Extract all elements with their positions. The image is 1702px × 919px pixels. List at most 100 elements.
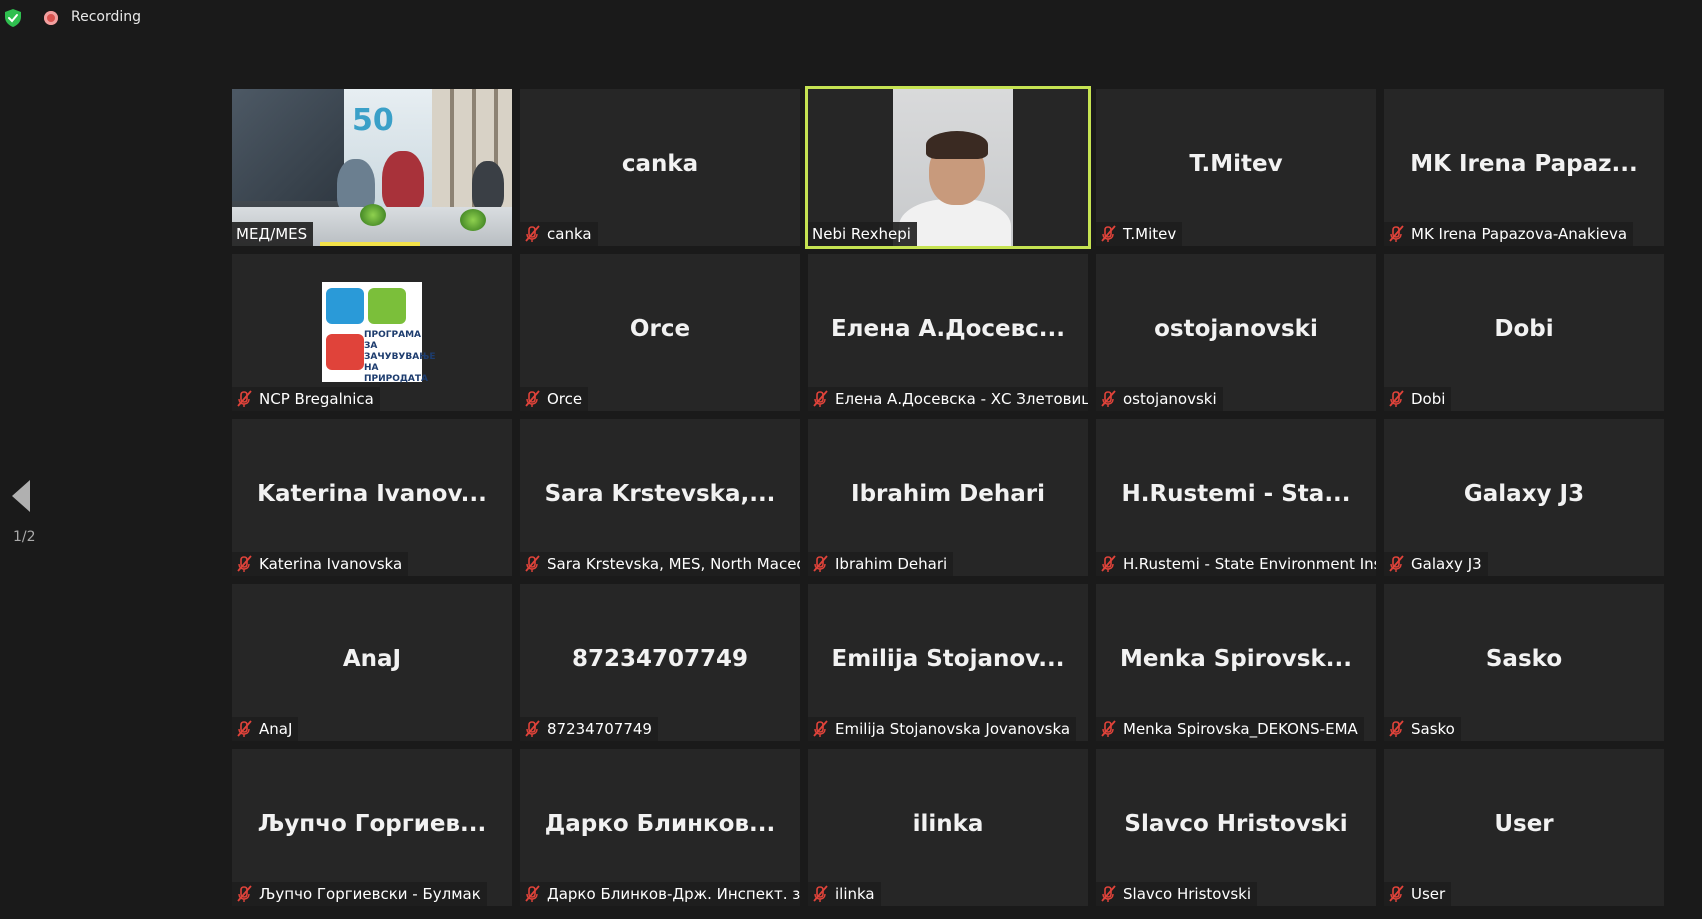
muted-mic-icon	[237, 390, 252, 407]
muted-mic-icon	[525, 390, 540, 407]
participant-name-label: H.Rustemi - State Environment Ins...	[1096, 552, 1376, 576]
muted-mic-icon	[237, 555, 252, 572]
participant-tile[interactable]: Љупчо Горгиев... Љупчо Горгиевски - Булма…	[232, 749, 512, 906]
participant-display-name: Galaxy J3	[1463, 481, 1585, 507]
participant-name-text: T.Mitev	[1123, 225, 1177, 243]
participant-tile[interactable]: Orce Orce	[520, 254, 800, 411]
participant-display-name: Menka Spirovsk...	[1120, 646, 1352, 672]
participant-tile[interactable]: User User	[1384, 749, 1664, 906]
participant-name-label: Љупчо Горгиевски - Булмак	[232, 882, 487, 906]
banner-logo-icon: 50	[352, 103, 394, 138]
participant-display-name: User	[1494, 811, 1554, 837]
participant-name-label: Дарко Блинков-Држ. Инспект. за...	[520, 882, 800, 906]
muted-mic-icon	[525, 225, 540, 242]
participant-name-label: Sara Krstevska, MES, North Maced...	[520, 552, 800, 576]
participant-tile[interactable]: Emilija Stojanov... Emilija Stojanovska J…	[808, 584, 1088, 741]
muted-mic-icon	[1101, 390, 1116, 407]
participant-display-name: Дарко Блинков...	[544, 811, 776, 837]
participant-name-label: Menka Spirovska_DEKONS-EMA	[1096, 717, 1364, 741]
participant-display-name: H.Rustemi - Sta...	[1121, 481, 1351, 507]
muted-mic-icon	[1389, 390, 1404, 407]
participant-tile[interactable]: Katerina Ivanov... Katerina Ivanovska	[232, 419, 512, 576]
participant-name-text: Slavco Hristovski	[1123, 885, 1251, 903]
participant-display-name: Љупчо Горгиев...	[257, 811, 487, 837]
participant-tile[interactable]: Дарко Блинков... Дарко Блинков-Држ. Инспе…	[520, 749, 800, 906]
muted-mic-icon	[1101, 720, 1116, 737]
muted-mic-icon	[1101, 555, 1116, 572]
muted-mic-icon	[1389, 555, 1404, 572]
muted-mic-icon	[1389, 720, 1404, 737]
participant-tile[interactable]: ostojanovski ostojanovski	[1096, 254, 1376, 411]
participant-name-label: ilinka	[808, 882, 881, 906]
shield-check-icon[interactable]	[5, 9, 21, 27]
participant-name-label: Елена А.Досевска - ХС Злетовица	[808, 387, 1088, 411]
participant-display-name: MK Irena Papaz...	[1410, 151, 1638, 177]
muted-mic-icon	[525, 555, 540, 572]
participant-tile[interactable]: Menka Spirovsk... Menka Spirovska_DEKONS-…	[1096, 584, 1376, 741]
participant-name-label: 87234707749	[520, 717, 658, 741]
logo-text: ПРОГРАМА ЗА ЗАЧУВУВАЊЕ НА ПРИРОДАТА	[364, 330, 436, 384]
participant-name-label: Orce	[520, 387, 589, 411]
participant-tile[interactable]: 50 МЕД/MES	[232, 89, 512, 246]
participant-name-label: Ibrahim Dehari	[808, 552, 954, 576]
participant-tile[interactable]: 87234707749 87234707749	[520, 584, 800, 741]
participant-tile[interactable]: Slavco Hristovski Slavco Hristovski	[1096, 749, 1376, 906]
muted-mic-icon	[525, 885, 540, 902]
participant-tile[interactable]: Елена А.Досевс... Елена А.Досевска - ХС З…	[808, 254, 1088, 411]
recording-icon[interactable]	[44, 11, 58, 25]
participant-name-label: MK Irena Papazova-Anakieva	[1384, 222, 1634, 246]
meeting-window: Recording 1/2 50 МЕД/MES canka canka Nebi Re…	[0, 0, 1702, 919]
participant-name-label: Emilija Stojanovska Jovanovska	[808, 717, 1077, 741]
participant-tile[interactable]: Sara Krstevska,... Sara Krstevska, MES, N…	[520, 419, 800, 576]
muted-mic-icon	[1389, 885, 1404, 902]
participant-name-text: Елена А.Досевска - ХС Злетовица	[835, 390, 1088, 408]
participant-name-label: МЕД/MES	[232, 222, 314, 246]
participant-display-name: Emilija Stojanov...	[831, 646, 1065, 672]
participant-name-label: ostojanovski	[1096, 387, 1223, 411]
participant-tile[interactable]: H.Rustemi - Sta... H.Rustemi - State Envi…	[1096, 419, 1376, 576]
participant-name-text: Sara Krstevska, MES, North Maced...	[547, 555, 800, 573]
participant-tile[interactable]: canka canka	[520, 89, 800, 246]
participant-name-text: Katerina Ivanovska	[259, 555, 403, 573]
participant-name-text: 87234707749	[547, 720, 652, 738]
muted-mic-icon	[1101, 885, 1116, 902]
participant-name-text: Nebi Rexhepi	[812, 225, 911, 243]
muted-mic-icon	[1389, 225, 1404, 242]
muted-mic-icon	[1101, 225, 1116, 242]
participant-tile[interactable]: Sasko Sasko	[1384, 584, 1664, 741]
participant-name-label: T.Mitev	[1096, 222, 1183, 246]
participant-name-text: ilinka	[835, 885, 875, 903]
participant-display-name: T.Mitev	[1189, 151, 1283, 177]
program-logo-icon: ПРОГРАМА ЗА ЗАЧУВУВАЊЕ НА ПРИРОДАТА	[322, 282, 436, 384]
participant-tile[interactable]: T.Mitev T.Mitev	[1096, 89, 1376, 246]
participant-name-text: Љупчо Горгиевски - Булмак	[259, 885, 481, 903]
participant-name-text: NCP Bregalnica	[259, 390, 374, 408]
participant-name-label: AnaJ	[232, 717, 299, 741]
previous-page-arrow-icon[interactable]	[10, 478, 32, 514]
participant-name-label: Dobi	[1384, 387, 1452, 411]
participant-name-text: Дарко Блинков-Држ. Инспект. за...	[547, 885, 800, 903]
participant-name-text: Sasko	[1411, 720, 1455, 738]
participant-tile[interactable]: Dobi Dobi	[1384, 254, 1664, 411]
recording-label: Recording	[71, 9, 142, 25]
participant-name-text: Dobi	[1411, 390, 1446, 408]
participant-name-text: Menka Spirovska_DEKONS-EMA	[1123, 720, 1358, 738]
participant-tile[interactable]: MK Irena Papaz... MK Irena Papazova-Anaki…	[1384, 89, 1664, 246]
participant-tile[interactable]: Galaxy J3 Galaxy J3	[1384, 419, 1664, 576]
participant-display-name: 87234707749	[571, 646, 749, 672]
participant-display-name: Елена А.Досевс...	[830, 316, 1066, 342]
muted-mic-icon	[237, 720, 252, 737]
participant-name-text: H.Rustemi - State Environment Ins...	[1123, 555, 1376, 573]
participant-name-text: MK Irena Papazova-Anakieva	[1411, 225, 1628, 243]
muted-mic-icon	[237, 885, 252, 902]
participant-tile[interactable]: ПРОГРАМА ЗА ЗАЧУВУВАЊЕ НА ПРИРОДАТА NCP B…	[232, 254, 512, 411]
muted-mic-icon	[813, 720, 828, 737]
participant-tile[interactable]: AnaJ AnaJ	[232, 584, 512, 741]
participant-name-text: Ibrahim Dehari	[835, 555, 948, 573]
participant-display-name: Sasko	[1485, 646, 1563, 672]
participant-tile[interactable]: ilinka ilinka	[808, 749, 1088, 906]
participant-name-label: User	[1384, 882, 1452, 906]
participant-name-label: Slavco Hristovski	[1096, 882, 1257, 906]
participant-tile[interactable]: Nebi Rexhepi	[805, 86, 1091, 249]
participant-tile[interactable]: Ibrahim Dehari Ibrahim Dehari	[808, 419, 1088, 576]
